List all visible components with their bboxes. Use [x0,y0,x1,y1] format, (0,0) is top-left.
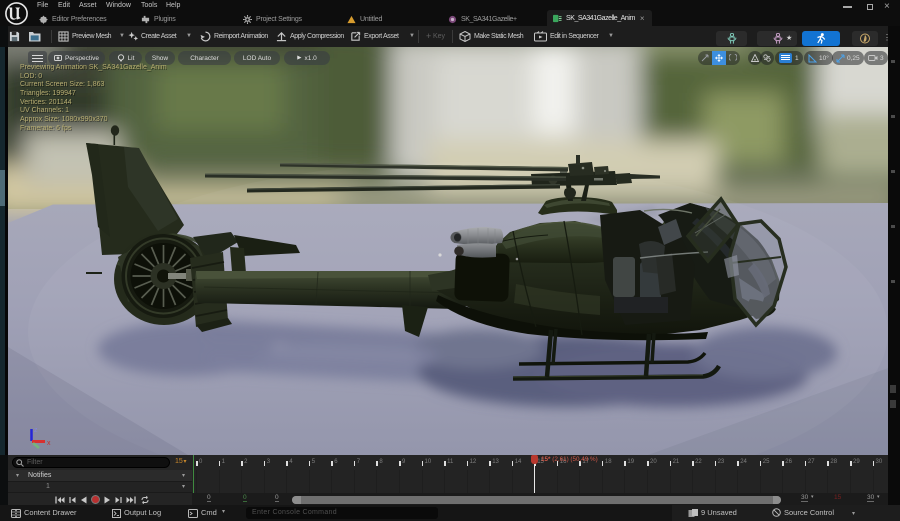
svg-text:x: x [47,440,51,447]
svg-text:z: z [34,427,38,434]
